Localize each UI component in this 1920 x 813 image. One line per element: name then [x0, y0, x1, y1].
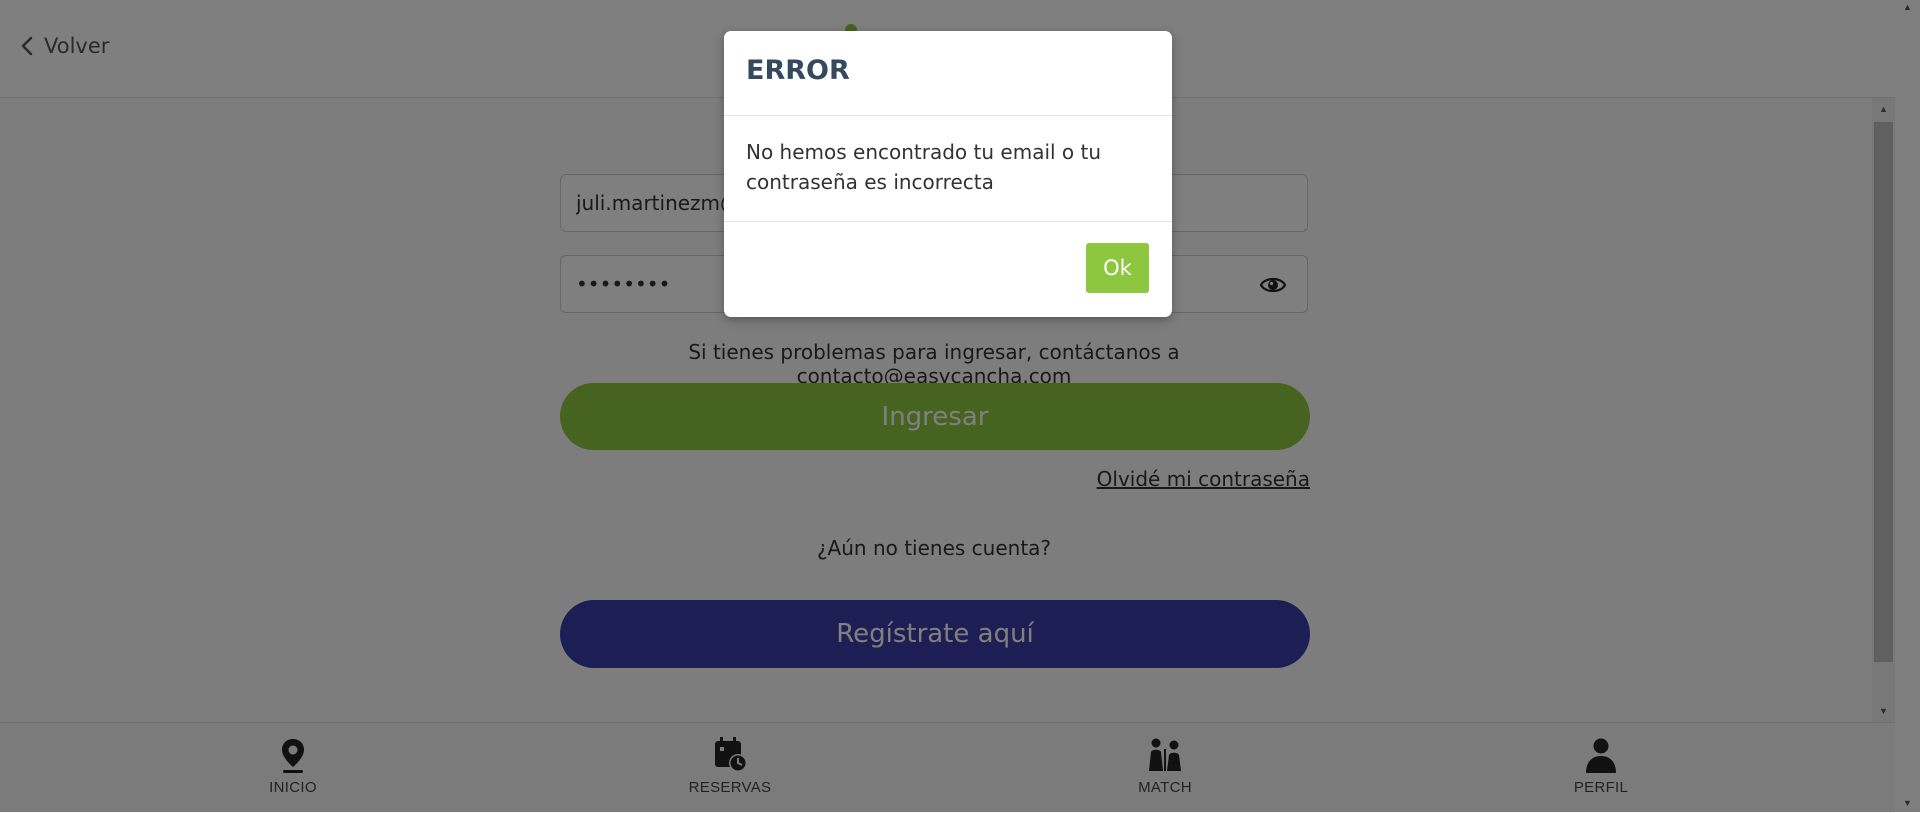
app-root: Volver Si tienes problemas para ingresar… — [0, 0, 1920, 813]
modal-footer-divider — [724, 221, 1172, 222]
ok-button[interactable]: Ok — [1086, 243, 1149, 293]
modal-message: No hemos encontrado tu email o tu contra… — [746, 140, 1102, 194]
error-modal: ERROR No hemos encontrado tu email o tu … — [724, 31, 1172, 317]
modal-title: ERROR — [746, 55, 850, 86]
modal-header: ERROR — [724, 31, 1172, 116]
